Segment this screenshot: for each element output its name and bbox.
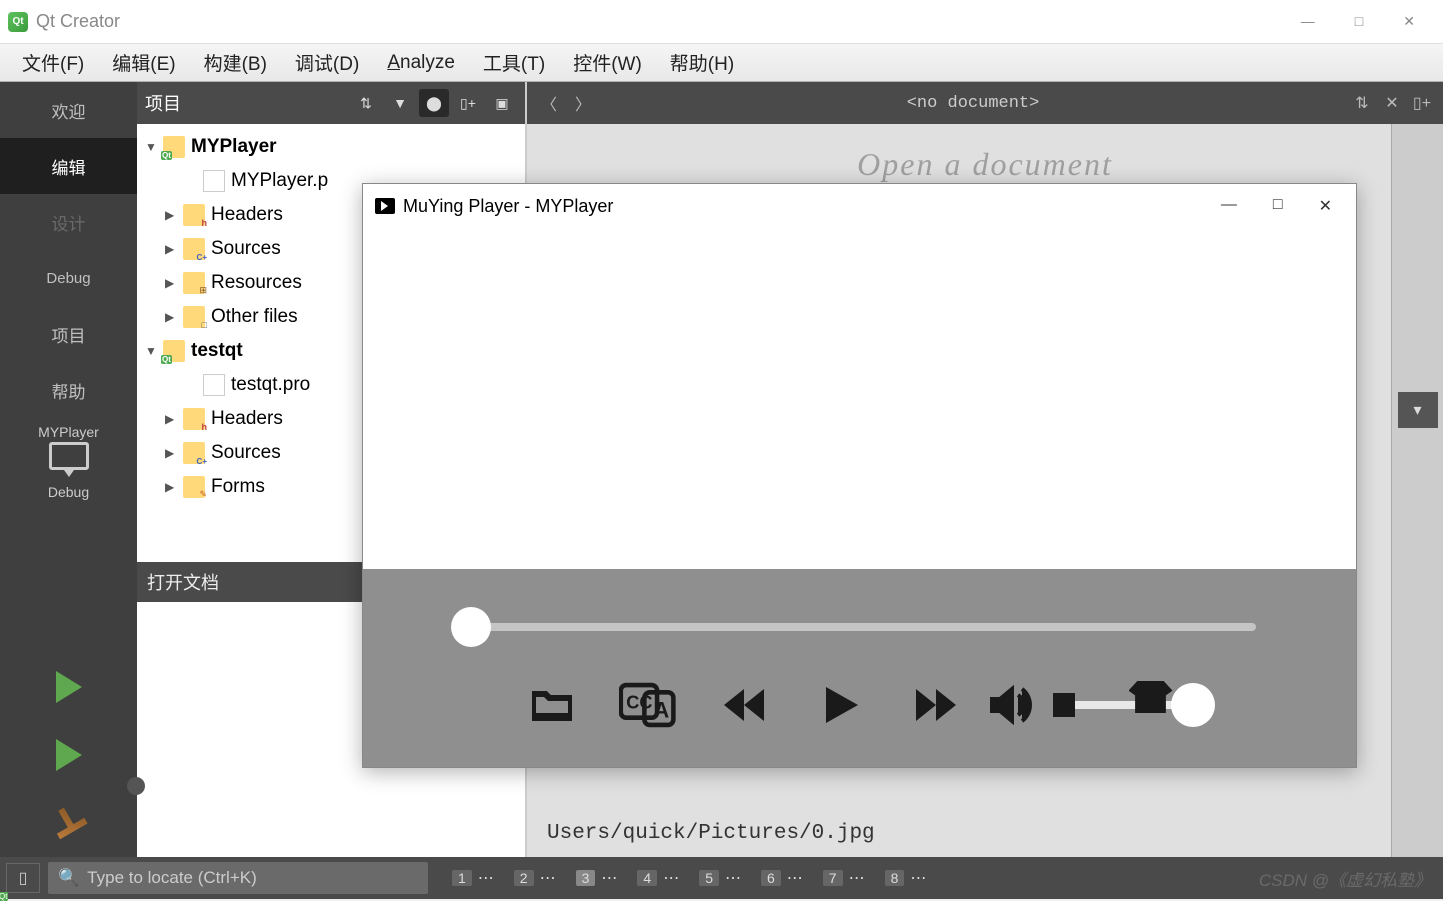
seek-handle[interactable] — [451, 607, 491, 647]
output-tab-6[interactable]: 6⋯ — [753, 863, 811, 893]
svg-text:CC: CC — [626, 693, 652, 713]
close-doc-button[interactable]: ✕ — [1379, 90, 1405, 116]
forward-button[interactable] — [907, 681, 965, 729]
editor-right-strip: ▾ — [1391, 124, 1443, 857]
sidebar-design[interactable]: 设计 — [0, 194, 137, 250]
open-document-hint: Open a document — [857, 146, 1113, 183]
monitor-icon — [49, 442, 89, 470]
menu-edit[interactable]: 编辑(E) — [98, 45, 189, 80]
open-file-button[interactable] — [523, 681, 581, 729]
search-icon: 🔍 — [58, 868, 79, 888]
kit-name: MYPlayer — [0, 424, 137, 440]
mode-sidebar: 欢迎 编辑 设计 Debug 项目 帮助 MYPlayer Debug — [0, 82, 137, 857]
view-button[interactable]: ▣ — [487, 89, 517, 117]
qt-logo-icon: Qt — [8, 12, 28, 32]
play-button[interactable] — [811, 681, 869, 729]
build-button[interactable] — [0, 789, 137, 857]
cc-subtitle-button[interactable]: CCA — [619, 681, 677, 729]
play-icon — [56, 671, 82, 703]
split-button[interactable]: ▯+ — [453, 89, 483, 117]
menu-file[interactable]: 文件(F) — [8, 45, 98, 80]
document-selector[interactable]: <no document> — [597, 94, 1349, 113]
outline-button[interactable]: ▾ — [1398, 392, 1438, 428]
title-bar: Qt Qt Creator — □ ✕ — [0, 0, 1443, 44]
hammer-icon — [47, 801, 91, 845]
window-controls: — □ ✕ — [1301, 13, 1435, 30]
volume-slider[interactable] — [1057, 701, 1197, 709]
bug-icon — [127, 777, 145, 795]
output-tab-3[interactable]: 3⋯ — [568, 863, 626, 893]
player-maximize-button[interactable]: □ — [1273, 196, 1283, 216]
editor-toolbar: 〈 〉 <no document> ⇅ ✕ ▯+ — [527, 82, 1443, 124]
player-video-area — [363, 228, 1356, 569]
menu-analyze[interactable]: Analyze — [373, 48, 469, 78]
output-tab-4[interactable]: 4⋯ — [629, 863, 687, 893]
menu-tools[interactable]: 工具(T) — [469, 45, 559, 80]
output-tabs: 1⋯ 2⋯ 3⋯ 4⋯ 5⋯ 6⋯ 7⋯ 8⋯ — [444, 863, 934, 893]
maximize-button[interactable]: □ — [1355, 13, 1363, 30]
nav-forward-button[interactable]: 〉 — [569, 89, 597, 117]
link-button[interactable]: ⬤ — [419, 89, 449, 117]
nav-back-button[interactable]: 〈 — [535, 89, 563, 117]
watermark: CSDN @《虚幻私塾》 — [1259, 866, 1431, 891]
project-pane-header: 项目 ⇅ ▼ ⬤ ▯+ ▣ — [137, 82, 525, 124]
run-button[interactable] — [0, 653, 137, 721]
sidebar-debug[interactable]: Debug — [0, 250, 137, 306]
player-app-icon — [375, 198, 395, 214]
output-tab-7[interactable]: 7⋯ — [815, 863, 873, 893]
player-close-button[interactable]: ✕ — [1319, 196, 1332, 216]
menu-debug[interactable]: 调试(D) — [281, 45, 373, 80]
menu-help[interactable]: 帮助(H) — [656, 45, 748, 80]
output-tab-1[interactable]: 1⋯ — [444, 863, 502, 893]
locator-search[interactable]: 🔍 Type to locate (Ctrl+K) — [48, 862, 428, 894]
hidden-path-text: Users/quick/Pictures/0.jpg — [547, 822, 875, 845]
player-titlebar[interactable]: MuYing Player - MYPlayer — □ ✕ — [363, 184, 1356, 228]
menu-bar: 文件(F) 编辑(E) 构建(B) 调试(D) Analyze 工具(T) 控件… — [0, 44, 1443, 82]
player-window: MuYing Player - MYPlayer — □ ✕ CCA — [362, 183, 1357, 768]
player-controls: CCA — [363, 569, 1356, 767]
stop-icon — [1053, 693, 1075, 717]
menu-build[interactable]: 构建(B) — [190, 45, 281, 80]
kit-selector[interactable]: MYPlayer Debug — [0, 424, 137, 500]
output-tab-5[interactable]: 5⋯ — [691, 863, 749, 893]
seek-slider[interactable] — [463, 623, 1256, 631]
kit-mode: Debug — [0, 484, 137, 500]
player-title-text: MuYing Player - MYPlayer — [403, 196, 613, 217]
rewind-button[interactable] — [715, 681, 773, 729]
player-minimize-button[interactable]: — — [1221, 196, 1237, 216]
volume-icon[interactable] — [981, 681, 1039, 729]
svg-text:A: A — [653, 698, 669, 723]
pane-title: 项目 — [145, 90, 181, 116]
output-tab-8[interactable]: 8⋯ — [877, 863, 935, 893]
tree-project-myplayer[interactable]: ▼MYPlayer — [137, 130, 525, 164]
run-debug-button[interactable] — [0, 721, 137, 789]
doc-dropdown-button[interactable]: ⇅ — [1349, 90, 1375, 116]
search-placeholder: Type to locate (Ctrl+K) — [87, 868, 257, 888]
output-tab-2[interactable]: 2⋯ — [506, 863, 564, 893]
play-icon — [56, 739, 82, 771]
sidebar-welcome[interactable]: 欢迎 — [0, 82, 137, 138]
window-title: Qt Creator — [36, 11, 120, 32]
sidebar-help[interactable]: 帮助 — [0, 362, 137, 418]
volume-handle[interactable] — [1171, 683, 1215, 727]
toggle-sidebar-button[interactable]: ▯ — [6, 863, 40, 893]
nav-arrows: 〈 〉 — [535, 89, 597, 117]
close-button[interactable]: ✕ — [1403, 13, 1415, 30]
minimize-button[interactable]: — — [1301, 13, 1315, 30]
menu-widgets[interactable]: 控件(W) — [559, 45, 656, 80]
sidebar-projects[interactable]: 项目 — [0, 306, 137, 362]
split-editor-button[interactable]: ▯+ — [1409, 90, 1435, 116]
bottom-bar: ▯ 🔍 Type to locate (Ctrl+K) 1⋯ 2⋯ 3⋯ 4⋯ … — [0, 857, 1443, 899]
sidebar-edit[interactable]: 编辑 — [0, 138, 137, 194]
filter-button[interactable]: ▼ — [385, 89, 415, 117]
sort-button[interactable]: ⇅ — [351, 89, 381, 117]
